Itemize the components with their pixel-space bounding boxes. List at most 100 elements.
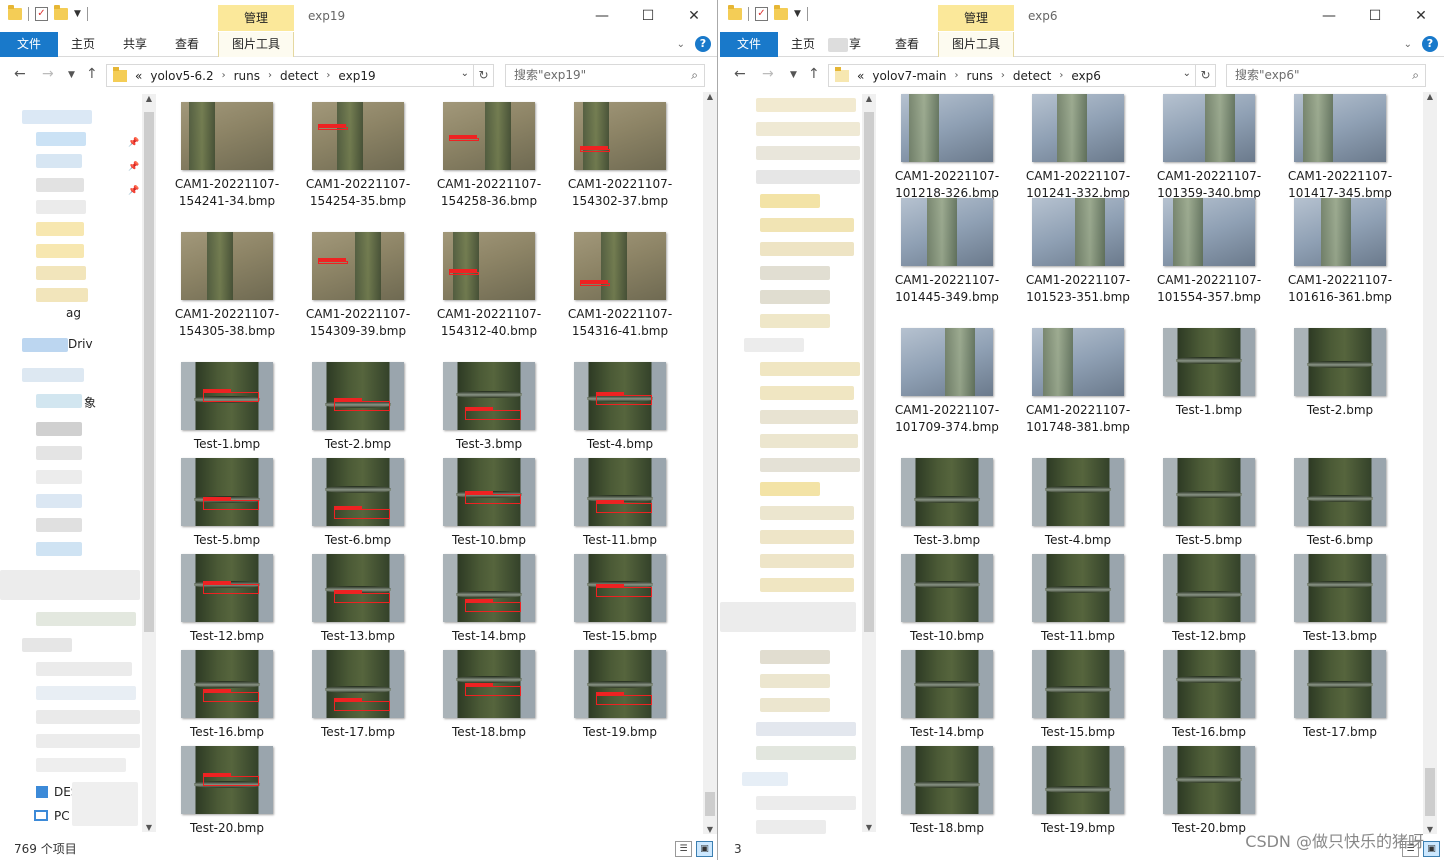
nav-item-blurred[interactable] [756, 820, 826, 834]
nav-item-blurred[interactable] [760, 482, 820, 496]
properties-icon[interactable]: ✓ [35, 7, 48, 21]
nav-item-blurred[interactable] [36, 288, 88, 302]
nav-item-blurred[interactable] [742, 772, 788, 786]
address-dropdown-icon[interactable]: ⌄ [461, 68, 469, 79]
file-item[interactable]: CAM1-20221107-154258-36.bmp [434, 102, 544, 210]
file-item[interactable]: Test-14.bmp [892, 650, 1002, 741]
nav-item-blurred[interactable] [36, 612, 136, 626]
file-item[interactable]: Test-1.bmp [1154, 328, 1264, 419]
nav-label[interactable]: 象 [84, 394, 96, 411]
nav-item-blurred[interactable] [22, 368, 84, 382]
nav-item-blurred[interactable] [760, 674, 830, 688]
file-item[interactable]: CAM1-20221107-101218-326.bmp [892, 94, 1002, 202]
refresh-icon[interactable]: ↻ [473, 65, 493, 86]
nav-item-blurred[interactable] [36, 200, 86, 214]
breadcrumb-exp6[interactable]: exp6 [1071, 69, 1101, 83]
nav-item-blurred[interactable] [760, 650, 830, 664]
nav-item-blurred[interactable] [760, 506, 854, 520]
folder-icon[interactable] [8, 5, 22, 20]
chevron-right-icon[interactable]: › [222, 70, 226, 81]
file-item[interactable]: Test-5.bmp [172, 458, 282, 549]
nav-item-blurred[interactable] [36, 470, 82, 484]
help-icon[interactable]: ? [1422, 36, 1438, 52]
nav-scrollbar[interactable]: ▲ ▼ [142, 94, 156, 832]
file-item[interactable]: CAM1-20221107-101709-374.bmp [892, 328, 1002, 436]
up-arrow-icon[interactable]: ↑ [808, 66, 820, 82]
nav-item-blurred[interactable] [760, 362, 860, 376]
file-item[interactable]: Test-20.bmp [1154, 746, 1264, 837]
search-input[interactable]: 搜索"exp6" ⌕ [1226, 64, 1426, 87]
help-icon[interactable]: ? [695, 36, 711, 52]
details-view-icon[interactable]: ☰ [675, 841, 692, 857]
nav-item-blurred[interactable] [36, 222, 84, 236]
file-item[interactable]: CAM1-20221107-154312-40.bmp [434, 232, 544, 340]
chevron-right-icon[interactable]: › [268, 70, 272, 81]
file-item[interactable]: CAM1-20221107-101359-340.bmp [1154, 94, 1264, 202]
nav-item-blurred[interactable] [0, 570, 140, 600]
file-item[interactable]: CAM1-20221107-101616-361.bmp [1285, 198, 1395, 306]
nav-item-blurred[interactable] [756, 796, 856, 810]
nav-item-blurred[interactable] [760, 314, 830, 328]
file-item[interactable]: CAM1-20221107-154316-41.bmp [565, 232, 675, 340]
nav-item-blurred[interactable] [36, 446, 82, 460]
nav-item-blurred[interactable] [36, 686, 136, 700]
content-scrollbar-thumb[interactable] [1425, 768, 1435, 816]
nav-item-blurred[interactable] [760, 698, 830, 712]
tab-picture-tools[interactable]: 图片工具 [938, 32, 1014, 57]
customize-chevron-down-icon[interactable]: ▼ [74, 9, 81, 19]
nav-item-blurred[interactable] [760, 434, 858, 448]
nav-item-blurred[interactable] [760, 266, 830, 280]
file-item[interactable]: Test-16.bmp [1154, 650, 1264, 741]
nav-item-blurred[interactable] [756, 122, 860, 136]
file-item[interactable]: Test-13.bmp [303, 554, 413, 645]
minimize-button[interactable]: — [1306, 0, 1352, 32]
tab-picture-tools[interactable]: 图片工具 [218, 32, 294, 57]
file-item[interactable]: Test-10.bmp [434, 458, 544, 549]
file-item[interactable]: Test-10.bmp [892, 554, 1002, 645]
address-bar[interactable]: « yolov7-main › runs › detect › exp6 ⌄ ↻ [828, 64, 1216, 87]
nav-item-blurred[interactable] [756, 170, 860, 184]
file-item[interactable]: CAM1-20221107-154241-34.bmp [172, 102, 282, 210]
file-item[interactable]: CAM1-20221107-101445-349.bmp [892, 198, 1002, 306]
file-item[interactable]: Test-19.bmp [1023, 746, 1133, 837]
nav-item-blurred[interactable] [22, 638, 72, 652]
content-scrollbar[interactable]: ▲ ▼ [703, 92, 717, 834]
nav-item-blurred[interactable] [760, 242, 854, 256]
tab-file[interactable]: 文件 [0, 32, 58, 57]
file-item[interactable]: Test-3.bmp [892, 458, 1002, 549]
file-item[interactable]: Test-2.bmp [303, 362, 413, 453]
nav-item-blurred[interactable] [36, 542, 82, 556]
scroll-up-arrow-icon[interactable]: ▲ [703, 92, 717, 101]
tab-file[interactable]: 文件 [720, 32, 778, 57]
breadcrumb-exp19[interactable]: exp19 [338, 69, 375, 83]
tab-view[interactable]: 查看 [166, 32, 208, 57]
nav-item-blurred[interactable] [36, 394, 82, 408]
nav-item-blurred[interactable] [36, 244, 84, 258]
scroll-up-arrow-icon[interactable]: ▲ [142, 94, 156, 103]
file-item[interactable]: Test-5.bmp [1154, 458, 1264, 549]
breadcrumb-overflow[interactable]: « [135, 69, 142, 83]
manage-tab[interactable]: 管理 [938, 5, 1014, 31]
nav-item-blurred[interactable] [36, 178, 84, 192]
file-item[interactable]: CAM1-20221107-154254-35.bmp [303, 102, 413, 210]
file-item[interactable]: Test-3.bmp [434, 362, 544, 453]
chevron-right-icon[interactable]: › [326, 70, 330, 81]
nav-item-blurred[interactable] [36, 758, 126, 772]
chevron-right-icon[interactable]: › [1059, 70, 1063, 81]
file-item[interactable]: CAM1-20221107-101417-345.bmp [1285, 94, 1395, 202]
nav-item-blurred[interactable] [756, 722, 856, 736]
expand-ribbon-chevron-icon[interactable]: ⌄ [1404, 39, 1412, 50]
file-item[interactable]: Test-12.bmp [172, 554, 282, 645]
file-item[interactable]: CAM1-20221107-101523-351.bmp [1023, 198, 1133, 306]
tab-share[interactable]: 共享 [114, 32, 156, 57]
file-item[interactable]: Test-1.bmp [172, 362, 282, 453]
nav-item-blurred[interactable] [744, 338, 804, 352]
customize-chevron-down-icon[interactable]: ▼ [794, 9, 801, 19]
back-arrow-icon[interactable]: ← [734, 66, 746, 82]
scroll-down-arrow-icon[interactable]: ▼ [1423, 825, 1437, 834]
nav-item-blurred[interactable] [756, 98, 856, 112]
nav-item-blurred[interactable] [36, 132, 86, 146]
tab-share[interactable]: 享 [840, 32, 870, 57]
nav-item-blurred[interactable] [756, 146, 860, 160]
expand-ribbon-chevron-icon[interactable]: ⌄ [677, 39, 685, 50]
